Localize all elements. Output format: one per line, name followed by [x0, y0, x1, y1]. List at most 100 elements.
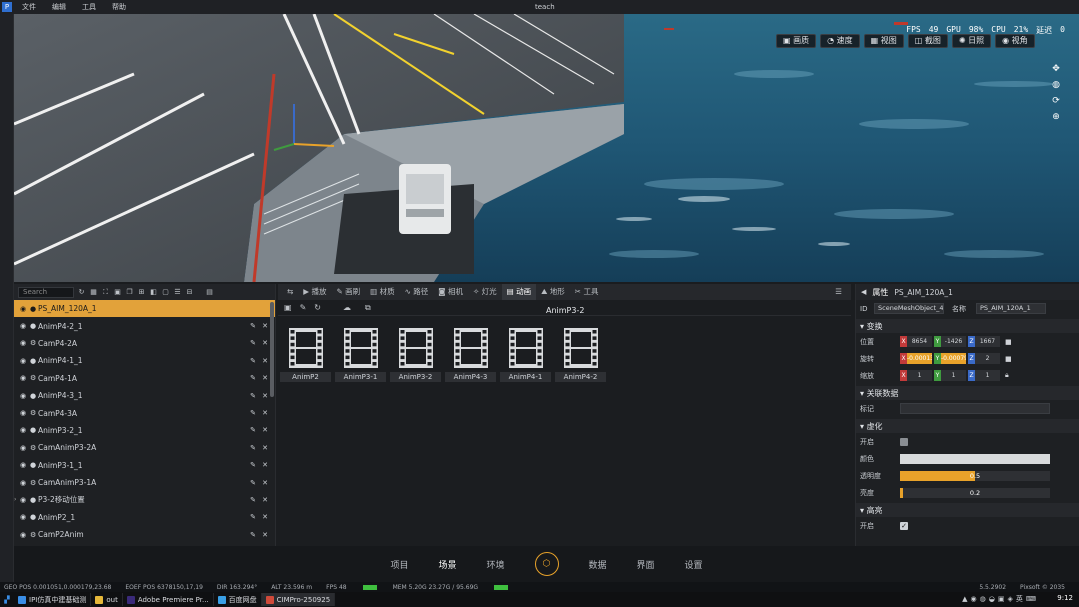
refresh-icon[interactable]: ↻	[77, 288, 86, 297]
table-row[interactable]: ◉ ● AnimP4-1_1 ✎ ✕	[14, 352, 275, 369]
edit-pencil-icon[interactable]: ✎	[247, 339, 259, 347]
edit-icon[interactable]: ✎	[300, 303, 307, 312]
nav-project[interactable]: 项目	[390, 558, 408, 571]
collapse-icon[interactable]: ◀	[861, 288, 866, 296]
tab-camera[interactable]: ◙ 相机	[433, 284, 468, 300]
task-out-folder[interactable]: out	[91, 593, 123, 606]
edit-pencil-icon[interactable]: ✎	[247, 357, 259, 365]
edit-pencil-icon[interactable]: ✎	[247, 409, 259, 417]
panel-menu-icon[interactable]: ▤	[205, 288, 214, 297]
lock-icon[interactable]: 🔒︎	[1005, 371, 1009, 380]
id-field[interactable]: SceneMeshObject_45	[874, 303, 944, 314]
asset-menu-icon[interactable]: ☰	[830, 284, 847, 300]
delete-x-icon[interactable]: ✕	[259, 531, 271, 539]
edit-pencil-icon[interactable]: ✎	[247, 496, 259, 504]
visibility-eye-icon[interactable]: ◉	[20, 357, 30, 365]
section-associated-data[interactable]: ▾ 关联数据	[856, 386, 1079, 400]
table-row[interactable]: ◉ ⚙ CamP2Anim ✎ ✕	[14, 526, 275, 543]
visibility-eye-icon[interactable]: ◉	[20, 496, 30, 504]
expand-icon[interactable]: ›	[14, 496, 20, 503]
delete-x-icon[interactable]: ✕	[259, 444, 271, 452]
edit-pencil-icon[interactable]: ✎	[247, 322, 259, 330]
scale-y[interactable]: Y1	[934, 370, 966, 381]
visibility-eye-icon[interactable]: ◉	[20, 444, 30, 452]
tab-terrain[interactable]: ⛰ 地形	[536, 284, 570, 300]
color-swatch[interactable]	[900, 453, 1050, 464]
export-icon[interactable]: ⊟	[185, 288, 194, 297]
visibility-eye-icon[interactable]: ◉	[20, 479, 30, 487]
image-icon[interactable]: ▣	[113, 288, 122, 297]
view-button[interactable]: ▦ 视图	[863, 34, 904, 48]
task-cimpro[interactable]: CIMPro-250925	[261, 593, 336, 606]
asset-tile[interactable]: AnimP2	[280, 324, 331, 382]
table-row[interactable]: ◉ ⚙ CamP4-2A ✎ ✕	[14, 335, 275, 352]
camera-angle-button[interactable]: ◉ 视角	[995, 34, 1035, 48]
save-icon[interactable]: ▣	[284, 303, 292, 312]
nav-scene[interactable]: 场景	[438, 558, 456, 571]
rotation-x[interactable]: X -0.00013	[900, 353, 932, 364]
table-row[interactable]: ◉ ● AnimP2_1 ✎ ✕	[14, 509, 275, 526]
brightness-slider[interactable]: 0.2	[900, 487, 1050, 498]
table-row[interactable]: ◉ ● AnimP4-3_1 ✎ ✕	[14, 387, 275, 404]
table-row[interactable]: ◉ ● PS_AIM_120A_1	[14, 300, 275, 318]
table-row[interactable]: ◉ ⚙ CamAnimP3-2A ✎ ✕	[14, 439, 275, 456]
zoom-icon[interactable]: ⊕	[1051, 112, 1061, 122]
scale-z[interactable]: Z1	[968, 370, 1000, 381]
edit-pencil-icon[interactable]: ✎	[247, 479, 259, 487]
task-premiere[interactable]: Adobe Premiere Pr...	[123, 593, 214, 606]
asset-tile[interactable]: AnimP4-1	[500, 324, 551, 382]
edit-pencil-icon[interactable]: ✎	[247, 531, 259, 539]
asset-tile[interactable]: AnimP4-3	[445, 324, 496, 382]
table-row[interactable]: ◉ ● AnimP4-2_1 ✎ ✕	[14, 317, 275, 334]
section-highlight[interactable]: ▾ 高亮	[856, 503, 1079, 517]
opacity-slider[interactable]: 0.5	[900, 470, 1050, 481]
table-row[interactable]: ◉ ● AnimP3-1_1 ✎ ✕	[14, 457, 275, 474]
section-transform[interactable]: ▾ 变换	[856, 319, 1079, 333]
edit-pencil-icon[interactable]: ✎	[247, 444, 259, 452]
rotation-z[interactable]: Z2	[968, 353, 1000, 364]
nav-data[interactable]: 数据	[589, 558, 607, 571]
delete-x-icon[interactable]: ✕	[259, 513, 271, 521]
quality-button[interactable]: ▣ 画质	[776, 34, 817, 48]
rotation-reset-icon[interactable]: ■	[1005, 355, 1012, 363]
menu-help[interactable]: 帮助	[112, 2, 126, 12]
cloud-icon[interactable]: ☁	[343, 303, 351, 312]
asset-tile[interactable]: AnimP3-1	[335, 324, 386, 382]
table-row[interactable]: ◉ ● AnimP3-2_1 ✎ ✕	[14, 422, 275, 439]
layers-icon[interactable]: ◧	[149, 288, 158, 297]
visibility-eye-icon[interactable]: ◉	[20, 409, 30, 417]
highlight-enable-checkbox[interactable]: ✓	[900, 521, 908, 530]
edit-pencil-icon[interactable]: ✎	[247, 426, 259, 434]
visibility-eye-icon[interactable]: ◉	[20, 426, 30, 434]
menu-tools[interactable]: 工具	[82, 2, 96, 12]
delete-x-icon[interactable]: ✕	[259, 409, 271, 417]
position-z[interactable]: Z 1667	[968, 336, 1000, 347]
rotate-icon[interactable]: ⟳	[1051, 96, 1061, 106]
table-row[interactable]: ◉ ⚙ CamAnimP3-1A ✎ ✕	[14, 474, 275, 491]
scene-search-input[interactable]: Search	[18, 286, 74, 298]
delete-x-icon[interactable]: ✕	[259, 496, 271, 504]
task-sim-app[interactable]: IPI仿真中建基础测	[14, 593, 92, 606]
edit-pencil-icon[interactable]: ✎	[247, 374, 259, 382]
system-tray[interactable]: ▲◉◍◒▣◈英⌨	[962, 594, 1039, 604]
menu-edit[interactable]: 编辑	[52, 2, 66, 12]
link-icon[interactable]: ⊞	[137, 288, 146, 297]
visibility-eye-icon[interactable]: ◉	[20, 461, 30, 469]
menu-file[interactable]: 文件	[22, 2, 36, 12]
scene-scrollbar[interactable]	[270, 302, 274, 397]
node-icon[interactable]: ⧉	[365, 303, 371, 313]
nav-interface[interactable]: 界面	[637, 558, 655, 571]
visibility-eye-icon[interactable]: ◉	[20, 339, 30, 347]
asset-tile[interactable]: AnimP3-2	[390, 324, 441, 382]
table-row[interactable]: ◉ ⚙ CamP4-3A ✎ ✕	[14, 404, 275, 421]
edit-pencil-icon[interactable]: ✎	[247, 392, 259, 400]
list-icon[interactable]: ☰	[173, 288, 182, 297]
tab-light[interactable]: ✧ 灯光	[468, 284, 502, 300]
tab-material[interactable]: ▥ 材质	[365, 284, 399, 300]
start-icon[interactable]: ▞	[0, 596, 14, 604]
box-icon[interactable]: ▢	[161, 288, 170, 297]
tab-brush[interactable]: ✎ 画刷	[331, 284, 365, 300]
visibility-eye-icon[interactable]: ◉	[20, 531, 30, 539]
tag-field[interactable]	[900, 403, 1050, 414]
position-reset-icon[interactable]: ■	[1005, 338, 1012, 346]
